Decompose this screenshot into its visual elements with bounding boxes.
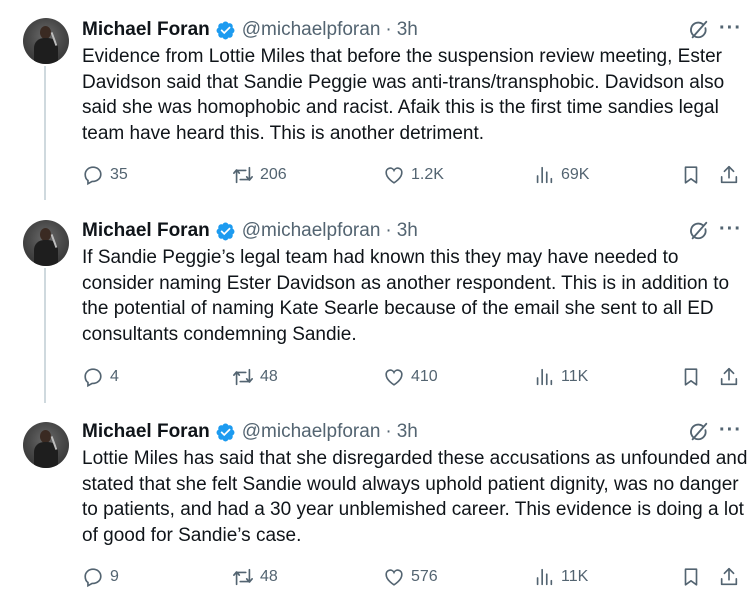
like-count: 410 — [411, 368, 438, 385]
tweet-text: If Sandie Peggie’s legal team had known … — [82, 247, 730, 345]
bookmark-button[interactable] — [680, 164, 702, 186]
bookmark-icon — [684, 368, 698, 386]
author-name[interactable]: Michael Foran — [82, 421, 210, 443]
repost-icon — [233, 368, 253, 386]
share-icon — [720, 165, 738, 184]
more-options-icon[interactable]: ··· — [719, 17, 742, 40]
grok-icon[interactable] — [688, 220, 710, 242]
tweet[interactable]: Michael Foran @michaelpforan · 3h ··· If… — [0, 200, 755, 403]
view-count: 11K — [561, 568, 589, 585]
views-chart-icon — [536, 166, 553, 184]
author-name[interactable]: Michael Foran — [82, 220, 210, 242]
views-chart-icon — [536, 368, 553, 386]
repost-icon — [233, 568, 253, 586]
share-button[interactable] — [718, 366, 740, 388]
timestamp[interactable]: 3h — [397, 220, 418, 242]
separator-dot: · — [385, 220, 392, 241]
avatar[interactable] — [23, 220, 69, 266]
views-button[interactable]: 69K — [533, 164, 589, 186]
repost-icon — [233, 166, 253, 184]
tweet-text: Evidence from Lottie Miles that before t… — [82, 46, 725, 144]
timestamp[interactable]: 3h — [397, 421, 418, 443]
reply-button[interactable]: 4 — [82, 366, 119, 388]
views-button[interactable]: 11K — [533, 566, 588, 588]
repost-button[interactable]: 48 — [232, 366, 278, 388]
verified-badge-icon — [216, 21, 235, 39]
author-handle[interactable]: @michaelpforan — [242, 220, 381, 242]
grok-icon[interactable] — [688, 19, 710, 41]
heart-icon — [385, 167, 403, 184]
repost-button[interactable]: 48 — [232, 566, 278, 588]
tweet[interactable]: Michael Foran @michaelpforan · 3h ··· Ev… — [0, 0, 755, 200]
like-button[interactable]: 576 — [383, 566, 438, 588]
like-count: 1.2K — [411, 166, 444, 183]
view-count: 11K — [561, 368, 589, 385]
repost-button[interactable]: 206 — [232, 164, 287, 186]
reply-icon — [84, 568, 102, 588]
more-options-icon[interactable]: ··· — [719, 419, 742, 442]
like-button[interactable]: 1.2K — [383, 164, 444, 186]
share-button[interactable] — [718, 566, 740, 588]
reply-count: 4 — [110, 368, 119, 385]
reply-count: 35 — [110, 166, 128, 183]
separator-dot: · — [385, 421, 392, 442]
view-count: 69K — [561, 166, 590, 183]
bookmark-button[interactable] — [680, 566, 702, 588]
avatar[interactable] — [23, 18, 69, 64]
tweet-text: Lottie Miles has said that she disregard… — [82, 448, 748, 546]
repost-count: 48 — [260, 368, 278, 385]
bookmark-icon — [684, 568, 698, 586]
reply-icon — [84, 166, 102, 186]
like-button[interactable]: 410 — [383, 366, 438, 388]
share-icon — [720, 567, 738, 586]
timestamp[interactable]: 3h — [397, 19, 418, 41]
like-count: 576 — [411, 568, 438, 585]
grok-icon[interactable] — [688, 421, 710, 443]
author-handle[interactable]: @michaelpforan — [242, 421, 381, 443]
author-name[interactable]: Michael Foran — [82, 19, 210, 41]
avatar[interactable] — [23, 422, 69, 468]
tweet[interactable]: Michael Foran @michaelpforan · 3h ··· Lo… — [0, 403, 755, 600]
more-options-icon[interactable]: ··· — [719, 218, 742, 241]
author-handle[interactable]: @michaelpforan — [242, 19, 381, 41]
repost-count: 206 — [260, 166, 287, 183]
heart-icon — [385, 569, 403, 586]
views-button[interactable]: 11K — [533, 366, 588, 388]
verified-badge-icon — [216, 423, 235, 441]
verified-badge-icon — [216, 222, 235, 240]
heart-icon — [385, 369, 403, 386]
bookmark-button[interactable] — [680, 366, 702, 388]
bookmark-icon — [684, 166, 698, 184]
share-icon — [720, 367, 738, 386]
views-chart-icon — [536, 568, 553, 586]
reply-count: 9 — [110, 568, 119, 585]
reply-button[interactable]: 35 — [82, 164, 128, 186]
reply-icon — [84, 368, 102, 388]
reply-button[interactable]: 9 — [82, 566, 119, 588]
share-button[interactable] — [718, 164, 740, 186]
repost-count: 48 — [260, 568, 278, 585]
separator-dot: · — [385, 19, 392, 40]
